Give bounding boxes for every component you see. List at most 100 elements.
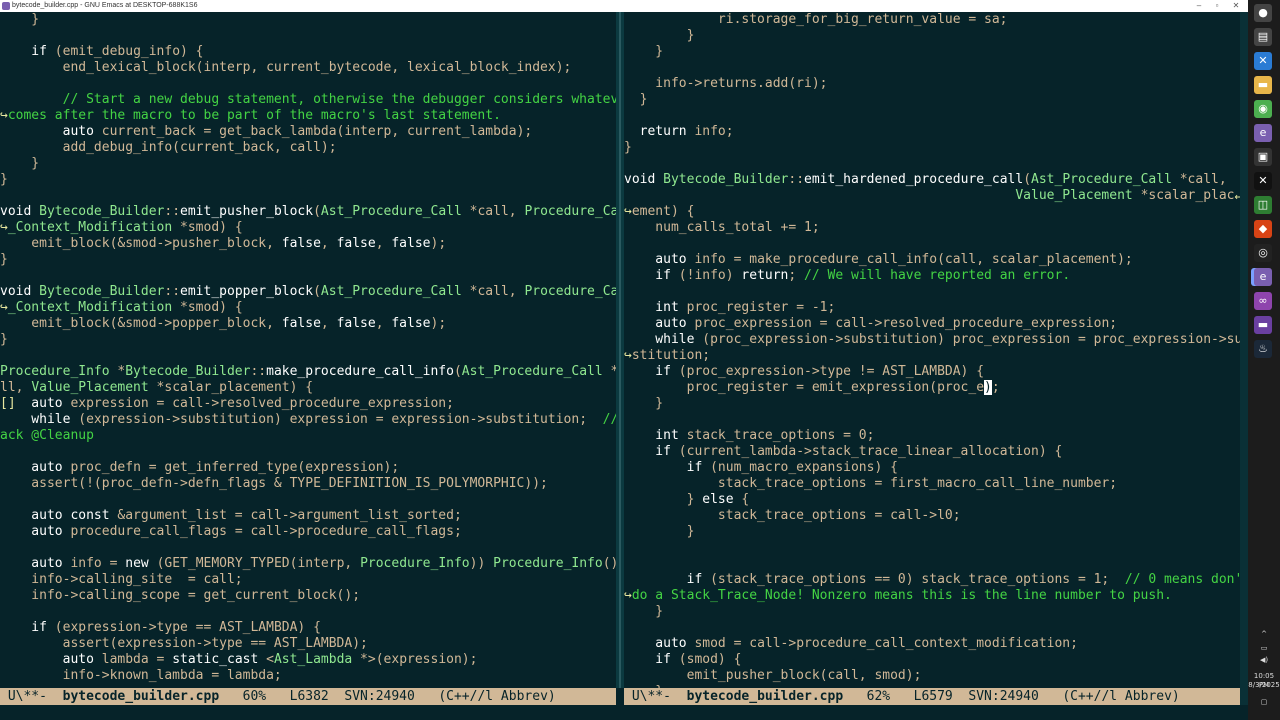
steam-icon[interactable]: ♨ (1254, 340, 1272, 358)
code-line[interactable] (624, 556, 1240, 572)
code-line[interactable]: } (624, 28, 1240, 44)
code-line[interactable]: auto current_back = get_back_lambda(inte… (0, 124, 616, 140)
code-line[interactable]: auto proc_defn = get_inferred_type(expre… (0, 460, 616, 476)
modeline-buffer-name[interactable]: bytecode_builder.cpp (63, 689, 220, 704)
code-line[interactable]: ↪ement) { (624, 204, 1240, 220)
code-line[interactable]: if (proc_expression->type != AST_LAMBDA)… (624, 364, 1240, 380)
terminal-icon[interactable]: ▣ (1254, 148, 1272, 166)
code-line[interactable] (0, 348, 616, 364)
code-line[interactable] (624, 620, 1240, 636)
code-line[interactable] (0, 188, 616, 204)
close-button[interactable]: ✕ (1227, 0, 1245, 12)
code-line[interactable]: assert(expression->type == AST_LAMBDA); (0, 636, 616, 652)
code-line[interactable] (0, 540, 616, 556)
code-line[interactable]: } (0, 12, 616, 28)
code-line[interactable]: return info; (624, 124, 1240, 140)
emacs-icon[interactable]: e (1254, 124, 1272, 142)
code-line[interactable]: } (0, 332, 616, 348)
code-line[interactable]: proc_register = emit_expression(proc_e); (624, 380, 1240, 396)
code-line[interactable]: void Bytecode_Builder::emit_pusher_block… (0, 204, 616, 220)
code-area-left[interactable]: } if (emit_debug_info) { end_lexical_blo… (0, 12, 616, 688)
code-line[interactable]: Procedure_Info *Bytecode_Builder::make_p… (0, 364, 616, 380)
code-line[interactable]: assert(!(proc_defn->defn_flags & TYPE_DE… (0, 476, 616, 492)
modeline-buffer-name[interactable]: bytecode_builder.cpp (687, 689, 844, 704)
code-line[interactable]: emit_block(&smod->pusher_block, false, f… (0, 236, 616, 252)
code-line[interactable]: } else { (624, 492, 1240, 508)
maximize-button[interactable]: ▫ (1208, 0, 1226, 12)
code-line[interactable]: ↪_Context_Modification *smod) { (0, 220, 616, 236)
code-line[interactable]: info->returns.add(ri); (624, 76, 1240, 92)
code-line[interactable]: } (624, 44, 1240, 60)
code-line[interactable]: } (624, 92, 1240, 108)
vscode-icon[interactable]: ✕ (1254, 52, 1272, 70)
code-line[interactable]: void Bytecode_Builder::emit_hardened_pro… (624, 172, 1240, 188)
code-line[interactable]: num_calls_total += 1; (624, 220, 1240, 236)
code-line[interactable] (624, 540, 1240, 556)
editor-pane-right[interactable]: ri.storage_for_big_return_value = sa; } … (624, 12, 1240, 688)
minimize-button[interactable]: – (1190, 0, 1208, 12)
layout-icon[interactable]: ▤ (1254, 28, 1272, 46)
code-line[interactable] (624, 284, 1240, 300)
code-line[interactable]: int proc_register = -1; (624, 300, 1240, 316)
code-line[interactable]: ll, Value_Placement *scalar_placement) { (0, 380, 616, 396)
code-line[interactable] (624, 412, 1240, 428)
code-line[interactable]: if (current_lambda->stack_trace_linear_a… (624, 444, 1240, 460)
code-line[interactable]: auto const &argument_list = call->argume… (0, 508, 616, 524)
obs-icon[interactable]: ◎ (1254, 244, 1272, 262)
code-line[interactable] (0, 444, 616, 460)
modeline-right[interactable]: U\**- bytecode_builder.cpp 62% L6579 SVN… (624, 688, 1240, 705)
code-line[interactable]: add_debug_info(current_back, call); (0, 140, 616, 156)
code-line[interactable]: end_lexical_block(interp, current_byteco… (0, 60, 616, 76)
code-line[interactable]: stack_trace_options = call->l0; (624, 508, 1240, 524)
code-line[interactable]: } (0, 252, 616, 268)
code-line[interactable] (0, 604, 616, 620)
code-line[interactable] (0, 492, 616, 508)
code-line[interactable]: auto smod = call->procedure_call_context… (624, 636, 1240, 652)
code-line[interactable] (0, 268, 616, 284)
code-line[interactable]: ↪do a Stack_Trace_Node! Nonzero means th… (624, 588, 1240, 604)
notification-icon[interactable]: ● (1254, 4, 1272, 22)
code-line[interactable]: auto info = new (GET_MEMORY_TYPED(interp… (0, 556, 616, 572)
code-line[interactable]: if (stack_trace_options == 0) stack_trac… (624, 572, 1240, 588)
x-icon[interactable]: ✕ (1254, 172, 1272, 190)
code-line[interactable]: } (624, 524, 1240, 540)
code-line[interactable]: auto procedure_call_flags = call->proced… (0, 524, 616, 540)
code-line[interactable] (624, 156, 1240, 172)
code-line[interactable]: emit_block(&smod->popper_block, false, f… (0, 316, 616, 332)
file-explorer-icon[interactable]: ▬ (1254, 76, 1272, 94)
pane-divider[interactable] (616, 12, 624, 688)
monitor-icon[interactable]: ◫ (1254, 196, 1272, 214)
code-line[interactable]: auto lambda = static_cast <Ast_Lambda *>… (0, 652, 616, 668)
code-line[interactable]: } (624, 396, 1240, 412)
code-line[interactable]: if (emit_debug_info) { (0, 44, 616, 60)
code-line[interactable]: void Bytecode_Builder::emit_popper_block… (0, 284, 616, 300)
code-line[interactable]: emit_pusher_block(call, smod); (624, 668, 1240, 684)
code-line[interactable]: auto info = make_procedure_call_info(cal… (624, 252, 1240, 268)
code-line[interactable]: while (expression->substitution) express… (0, 412, 616, 428)
code-area-right[interactable]: ri.storage_for_big_return_value = sa; } … (624, 12, 1240, 688)
code-line[interactable]: Value_Placement *scalar_plac↵ (624, 188, 1240, 204)
modeline-left[interactable]: U\**- bytecode_builder.cpp 60% L6382 SVN… (0, 688, 616, 705)
code-line[interactable]: } (624, 140, 1240, 156)
code-line[interactable]: // Start a new debug statement, otherwis… (0, 92, 616, 108)
code-line[interactable]: ack @Cleanup (0, 428, 616, 444)
minibuffer[interactable] (0, 705, 1248, 720)
code-line[interactable]: } (624, 604, 1240, 620)
code-line[interactable]: ↪stitution; (624, 348, 1240, 364)
code-line[interactable]: [] auto expression = call->resolved_proc… (0, 396, 616, 412)
code-line[interactable]: if (smod) { (624, 652, 1240, 668)
code-line[interactable]: } (0, 156, 616, 172)
code-line[interactable]: info->calling_site = call; (0, 572, 616, 588)
code-line[interactable]: } (0, 172, 616, 188)
chrome-icon[interactable]: ◉ (1254, 100, 1272, 118)
code-line[interactable]: auto proc_expression = call->resolved_pr… (624, 316, 1240, 332)
code-line[interactable] (624, 108, 1240, 124)
code-line[interactable]: info->calling_scope = get_current_block(… (0, 588, 616, 604)
code-line[interactable]: if (expression->type == AST_LAMBDA) { (0, 620, 616, 636)
media-icon[interactable]: ▬ (1254, 316, 1272, 334)
editor-pane-left[interactable]: } if (emit_debug_info) { end_lexical_blo… (0, 12, 616, 688)
code-line[interactable] (624, 236, 1240, 252)
code-line[interactable]: if (num_macro_expansions) { (624, 460, 1240, 476)
volume-icon[interactable]: ◀) (1248, 656, 1280, 665)
code-line[interactable]: ri.storage_for_big_return_value = sa; (624, 12, 1240, 28)
